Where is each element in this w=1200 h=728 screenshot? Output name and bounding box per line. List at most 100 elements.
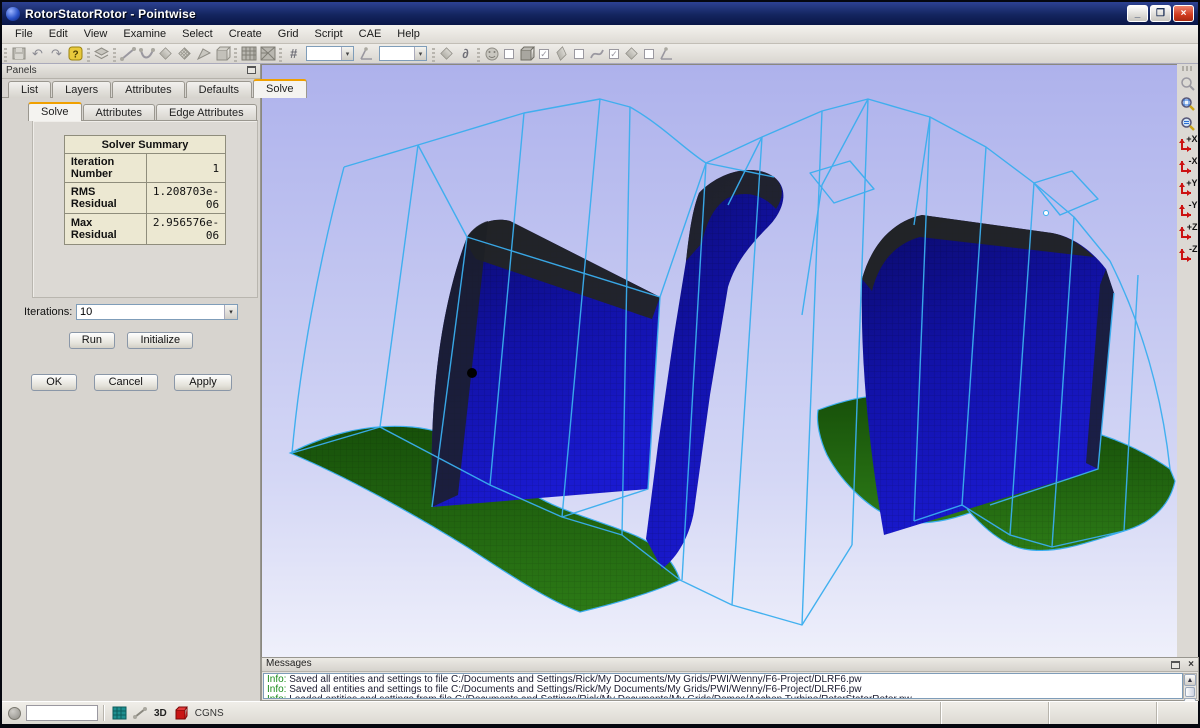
- view-plus-z-button[interactable]: +Z: [1178, 222, 1198, 244]
- create-domain-icon[interactable]: [175, 45, 194, 62]
- table-row: RMS Residual 1.208703e-06: [64, 183, 225, 214]
- scroll-up-icon[interactable]: ▲: [1184, 674, 1196, 686]
- float-messages-icon[interactable]: [1171, 661, 1180, 669]
- hide-database-icon[interactable]: [482, 45, 501, 62]
- spinner-icon[interactable]: ▾: [224, 305, 237, 319]
- close-messages-icon[interactable]: ×: [1188, 659, 1194, 670]
- scroll-thumb[interactable]: [1185, 687, 1195, 697]
- solve-initialize-icon[interactable]: [437, 45, 456, 62]
- menu-select[interactable]: Select: [175, 26, 220, 42]
- row-label: RMS Residual: [64, 183, 146, 214]
- initialize-button[interactable]: Initialize: [127, 332, 193, 349]
- tab-defaults[interactable]: Defaults: [186, 81, 252, 98]
- application-window: RotorStatorRotor - Pointwise _ ❐ × File …: [2, 2, 1198, 724]
- hide-points-checkbox[interactable]: [644, 49, 654, 59]
- tab-list[interactable]: List: [8, 81, 51, 98]
- partial-derivative-icon[interactable]: ∂: [456, 45, 475, 62]
- structured-grid-icon[interactable]: [239, 45, 258, 62]
- dimension-mode-badge: 3D: [154, 708, 167, 719]
- menu-edit[interactable]: Edit: [42, 26, 75, 42]
- ok-button[interactable]: OK: [31, 374, 77, 391]
- menu-cae[interactable]: CAE: [352, 26, 389, 42]
- create-segment-icon[interactable]: [118, 45, 137, 62]
- svg-text:?: ?: [72, 50, 78, 61]
- hide-connectors-checkbox[interactable]: ✓: [609, 49, 619, 59]
- hide-blocks-icon[interactable]: [517, 45, 536, 62]
- pointwise-globe-icon: [6, 7, 20, 21]
- hide-connectors-icon[interactable]: [587, 45, 606, 62]
- subtab-solve[interactable]: Solve: [28, 102, 82, 121]
- help-icon[interactable]: ?: [66, 45, 85, 62]
- menu-examine[interactable]: Examine: [116, 26, 173, 42]
- tab-attributes[interactable]: Attributes: [112, 81, 184, 98]
- menu-view[interactable]: View: [77, 26, 115, 42]
- messages-header: Messages ×: [262, 658, 1198, 672]
- dimension-combo[interactable]: ▾: [306, 46, 354, 61]
- save-icon[interactable]: [9, 45, 28, 62]
- row-label: Iteration Number: [64, 154, 146, 183]
- apply-button[interactable]: Apply: [174, 374, 232, 391]
- main-toolbar: ↶ ↷ ? # ▾: [2, 44, 1198, 64]
- menu-grid[interactable]: Grid: [271, 26, 306, 42]
- minimize-button[interactable]: _: [1127, 5, 1148, 22]
- chevron-down-icon[interactable]: ▾: [414, 47, 426, 60]
- hide-points-icon[interactable]: [657, 45, 676, 62]
- view-minus-x-button[interactable]: -X: [1178, 156, 1198, 178]
- view-minus-z-button[interactable]: -Z: [1178, 244, 1198, 266]
- message-log[interactable]: Info: Saved all entities and settings to…: [263, 673, 1183, 699]
- hide-database-checkbox[interactable]: [504, 49, 514, 59]
- tab-solve[interactable]: Solve: [253, 79, 307, 98]
- view-minus-y-button[interactable]: -Y: [1178, 200, 1198, 222]
- messages-scrollbar[interactable]: ▲ ▼: [1183, 673, 1197, 699]
- cae-solver-icon: [174, 706, 188, 720]
- view-plus-x-button[interactable]: +X: [1178, 134, 1198, 156]
- undo-icon[interactable]: ↶: [28, 45, 47, 62]
- title-bar: RotorStatorRotor - Pointwise _ ❐ ×: [2, 2, 1198, 25]
- subtab-edge-attributes[interactable]: Edge Attributes: [156, 104, 257, 121]
- zoom-window-icon[interactable]: [1178, 94, 1197, 114]
- angle-combo[interactable]: ▾: [379, 46, 427, 61]
- angle-icon[interactable]: [357, 45, 376, 62]
- iterations-label: Iterations:: [24, 306, 76, 318]
- grid-mode-icon: [112, 706, 127, 720]
- zoom-icon[interactable]: [1178, 74, 1197, 94]
- menu-create[interactable]: Create: [222, 26, 269, 42]
- hide-spacings-icon[interactable]: [622, 45, 641, 62]
- messages-title: Messages: [266, 658, 312, 669]
- rotor-stator-rotor-scene: [262, 65, 1178, 657]
- cancel-button[interactable]: Cancel: [94, 374, 158, 391]
- dimension-icon[interactable]: #: [284, 45, 303, 62]
- subtab-attributes[interactable]: Attributes: [83, 104, 155, 121]
- chevron-down-icon[interactable]: ▾: [341, 47, 353, 60]
- connector-mode-icon: [133, 707, 147, 719]
- iterations-input[interactable]: 10 ▾: [76, 304, 238, 320]
- unstructured-grid-icon[interactable]: [258, 45, 277, 62]
- create-curve-icon[interactable]: [137, 45, 156, 62]
- hide-domains-checkbox[interactable]: [574, 49, 584, 59]
- status-indicator: [8, 707, 21, 720]
- display-viewport[interactable]: [261, 64, 1179, 658]
- toolbar-grip[interactable]: [1182, 66, 1194, 71]
- view-plus-y-button[interactable]: +Y: [1178, 178, 1198, 200]
- menu-help[interactable]: Help: [390, 26, 427, 42]
- redo-icon[interactable]: ↷: [47, 45, 66, 62]
- create-extrude-icon[interactable]: [194, 45, 213, 62]
- hide-domains-icon[interactable]: [552, 45, 571, 62]
- restore-button[interactable]: ❐: [1150, 5, 1171, 22]
- status-bar: 3D CGNS: [2, 701, 1198, 724]
- layers-icon[interactable]: [92, 45, 111, 62]
- panel-tab-bar: List Layers Attributes Defaults Solve: [8, 81, 308, 98]
- create-surface-icon[interactable]: [156, 45, 175, 62]
- menu-file[interactable]: File: [8, 26, 40, 42]
- solver-summary-table: Solver Summary Iteration Number 1 RMS Re…: [64, 135, 226, 245]
- menu-script[interactable]: Script: [308, 26, 350, 42]
- hide-blocks-checkbox[interactable]: ✓: [539, 49, 549, 59]
- create-block-icon[interactable]: [213, 45, 232, 62]
- tab-layers[interactable]: Layers: [52, 81, 111, 98]
- run-button[interactable]: Run: [69, 332, 115, 349]
- zoom-extents-icon[interactable]: [1178, 114, 1197, 134]
- float-panel-icon[interactable]: [247, 66, 256, 74]
- status-input[interactable]: [26, 705, 98, 721]
- grid-point: [467, 368, 477, 378]
- close-button[interactable]: ×: [1173, 5, 1194, 22]
